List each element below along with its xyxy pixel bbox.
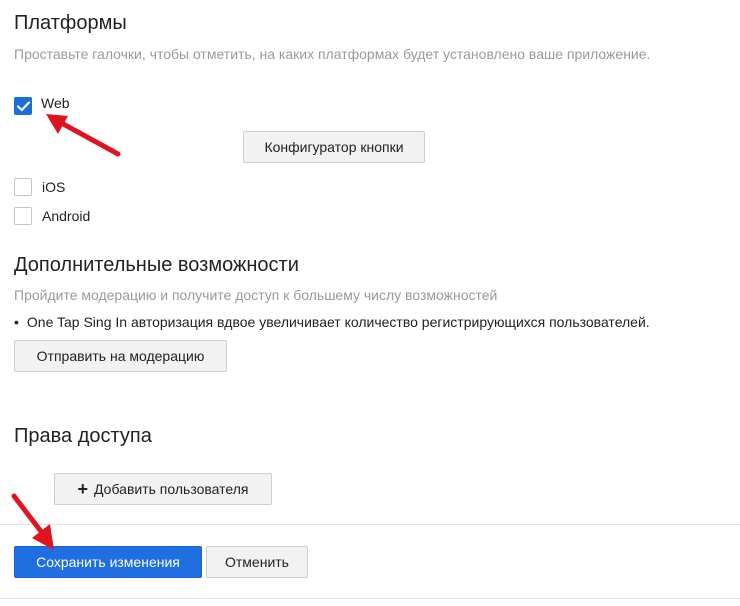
platform-android-row[interactable]: Android: [14, 207, 90, 225]
footer-divider: [0, 524, 740, 525]
button-send-moderation[interactable]: Отправить на модерацию: [14, 340, 227, 372]
app-settings-page: Платформы Проставьте галочки, чтобы отме…: [0, 0, 740, 606]
button-add-user[interactable]: + Добавить пользователя: [54, 473, 272, 505]
web-checkbox[interactable]: [14, 97, 32, 115]
extra-title: Дополнительные возможности: [14, 254, 299, 276]
android-label: Android: [42, 208, 91, 224]
ios-checkbox[interactable]: [14, 178, 32, 196]
platform-ios-row[interactable]: iOS: [14, 178, 65, 196]
button-configurator[interactable]: Конфигуратор кнопки: [243, 131, 425, 163]
button-cancel[interactable]: Отменить: [206, 546, 308, 578]
bullet-dot: •: [14, 314, 19, 330]
extra-bullet: • One Tap Sing In авторизация вдвое увели…: [14, 314, 650, 330]
red-arrow-icon: [46, 114, 121, 157]
platforms-description: Проставьте галочки, чтобы отметить, на к…: [14, 46, 651, 62]
check-icon: [17, 101, 30, 112]
extra-description: Пройдите модерацию и получите доступ к б…: [14, 287, 498, 303]
bottom-divider: [0, 598, 740, 599]
red-arrow-save-icon: [11, 493, 54, 550]
ios-label: iOS: [42, 179, 66, 195]
plus-icon: +: [77, 479, 89, 499]
platforms-title: Платформы: [14, 12, 127, 34]
add-user-label: Добавить пользователя: [94, 481, 249, 497]
extra-bullet-text: One Tap Sing In авторизация вдвое увелич…: [26, 314, 650, 330]
android-checkbox[interactable]: [14, 207, 32, 225]
access-title: Права доступа: [14, 425, 152, 447]
